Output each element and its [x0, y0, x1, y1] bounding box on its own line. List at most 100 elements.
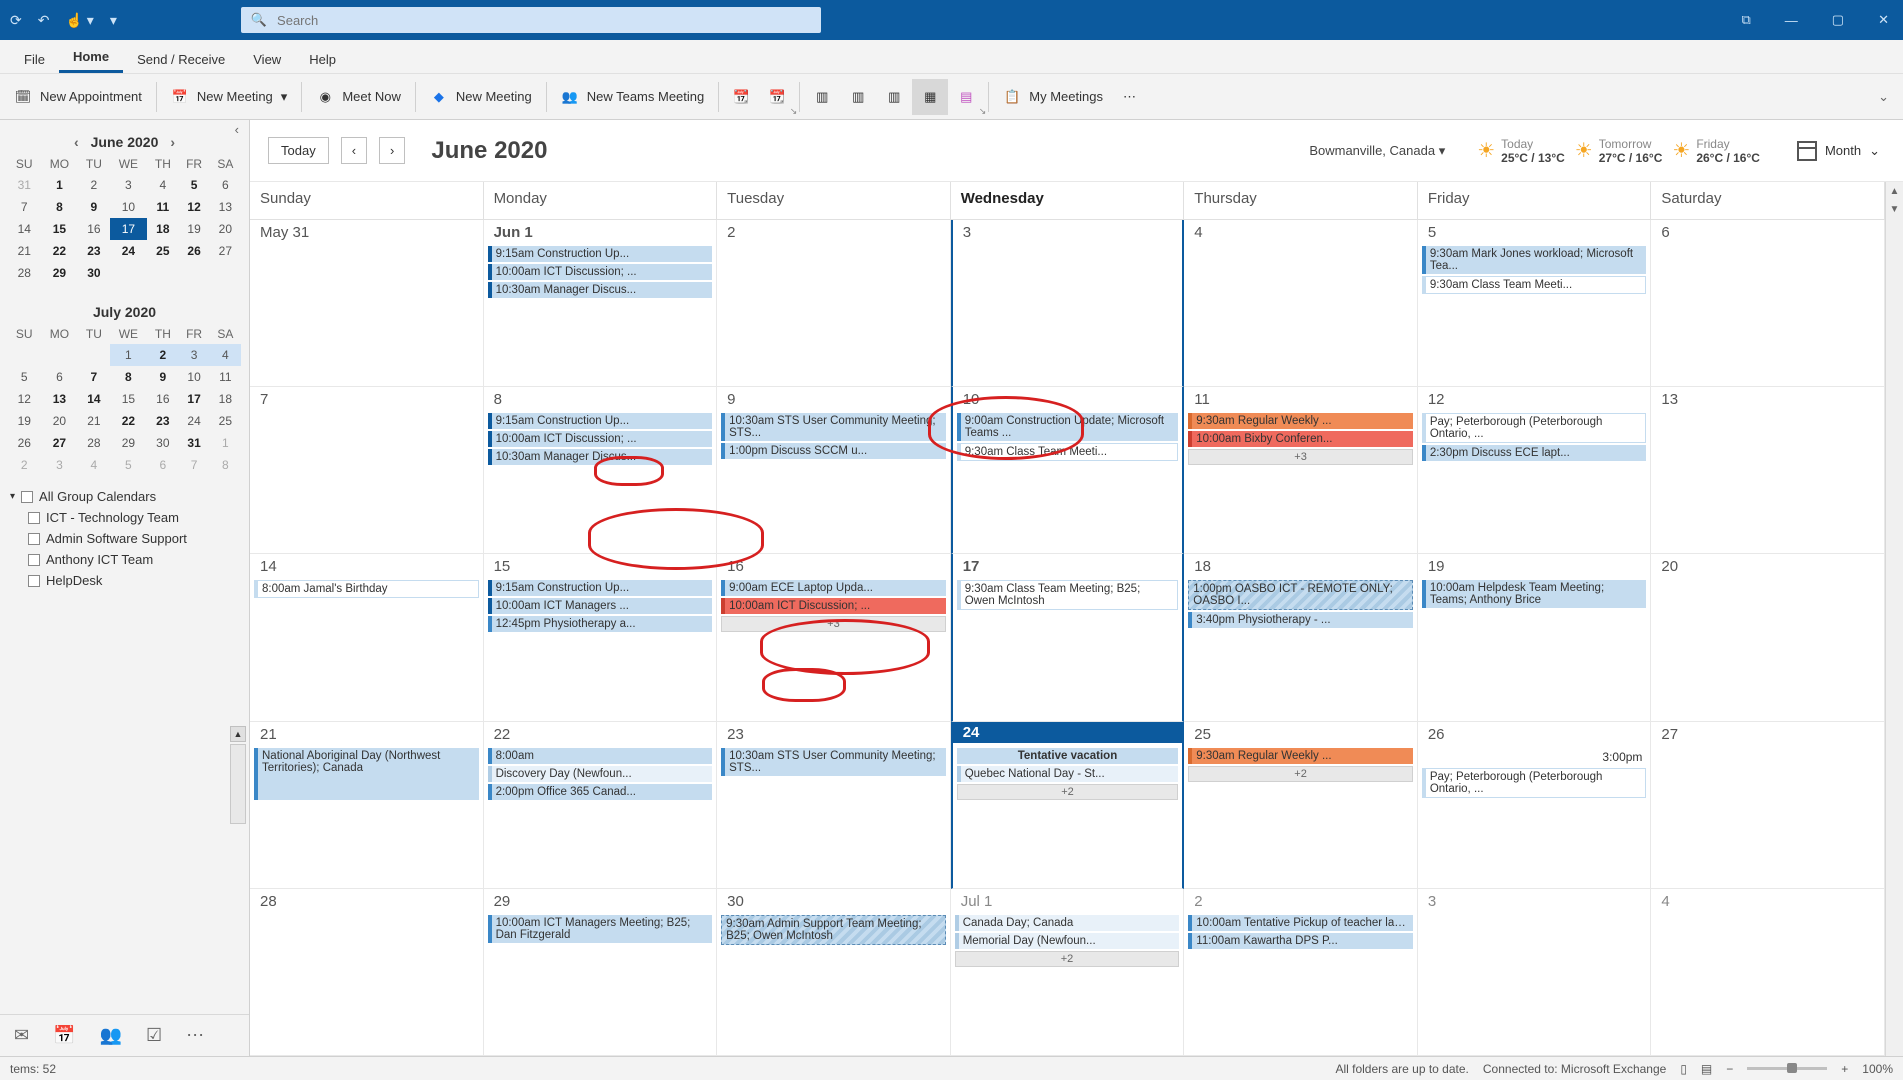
mini-cal-day[interactable]: 8 — [110, 366, 148, 388]
day-cell[interactable]: 12Pay; Peterborough (Peterborough Ontari… — [1418, 387, 1652, 554]
mini-cal-day[interactable]: 27 — [41, 432, 79, 454]
meet-now-button[interactable]: ◉ Meet Now — [306, 82, 411, 112]
zoom-slider[interactable] — [1747, 1067, 1827, 1070]
customize-qat-icon[interactable]: ▾ — [106, 8, 121, 33]
mini-cal-day[interactable]: 26 — [8, 432, 41, 454]
mini-cal-day[interactable]: 10 — [178, 366, 209, 388]
touch-mode-icon[interactable]: ☝ ▾ — [61, 8, 97, 33]
mini-cal-day[interactable]: 12 — [178, 196, 209, 218]
teamviewer-meeting-button[interactable]: ◆ New Meeting — [420, 82, 542, 112]
day-cell[interactable]: 210:00am Tentative Pickup of teacher lap… — [1184, 889, 1418, 1056]
calendar-list-item[interactable]: ICT - Technology Team — [8, 507, 241, 528]
more-events-button[interactable]: +2 — [957, 784, 1179, 800]
mini-cal-day[interactable] — [210, 262, 241, 284]
new-appointment-button[interactable]: 🗓 New Appointment — [4, 82, 152, 112]
day-cell[interactable]: May 31 — [250, 220, 484, 387]
mini-cal-day[interactable]: 21 — [78, 410, 109, 432]
mini-cal-day[interactable]: 18 — [210, 388, 241, 410]
tab-send-receive[interactable]: Send / Receive — [123, 44, 239, 73]
calendar-event[interactable]: Pay; Peterborough (Peterborough Ontario,… — [1422, 768, 1647, 798]
calendar-event[interactable]: 10:00am ICT Managers Meeting; B25; Dan F… — [488, 915, 713, 943]
mini-cal-day[interactable]: 7 — [78, 366, 109, 388]
day-view-button[interactable]: ▥ — [804, 79, 840, 115]
mini-cal-day[interactable]: 5 — [110, 454, 148, 476]
new-teams-meeting-button[interactable]: 👥 New Teams Meeting — [551, 82, 715, 112]
day-cell[interactable]: 263:00pmPay; Peterborough (Peterborough … — [1418, 722, 1652, 889]
calendar-event[interactable]: 10:30am Manager Discus... — [488, 449, 713, 465]
tab-help[interactable]: Help — [295, 44, 350, 73]
maximize-button[interactable]: ▢ — [1824, 8, 1852, 32]
view-normal-icon[interactable]: ▯ — [1680, 1062, 1687, 1076]
calendar-list-item[interactable]: Anthony ICT Team — [8, 549, 241, 570]
mini-cal-day[interactable]: 8 — [210, 454, 241, 476]
calendar-event[interactable]: 10:00am ICT Discussion; ... — [488, 264, 713, 280]
calendar-event[interactable]: 9:30am Regular Weekly ... — [1188, 413, 1413, 429]
undo-icon[interactable]: ↶ — [34, 8, 54, 33]
calendar-event[interactable]: 9:30am Admin Support Team Meeting; B25; … — [721, 915, 946, 945]
day-cell[interactable]: 59:30am Mark Jones workload; Microsoft T… — [1418, 220, 1652, 387]
calendar-group-all[interactable]: ▾ All Group Calendars — [8, 486, 241, 507]
calendar-event[interactable]: 2:30pm Discuss ECE lapt... — [1422, 445, 1647, 461]
mini-cal-day[interactable]: 23 — [147, 410, 178, 432]
scroll-down-icon[interactable]: ▼ — [1886, 200, 1903, 218]
today-button[interactable]: Today — [268, 137, 329, 164]
calendar-event[interactable]: 2:00pm Office 365 Canad... — [488, 784, 713, 800]
mini-cal-day[interactable]: 3 — [110, 174, 148, 196]
mini-cal-day[interactable]: 8 — [41, 196, 79, 218]
calendar-event[interactable]: 10:30am STS User Community Meeting; STS.… — [721, 748, 946, 776]
tab-file[interactable]: File — [10, 44, 59, 73]
day-cell[interactable]: Jun 19:15am Construction Up...10:00am IC… — [484, 220, 718, 387]
mini-cal-day[interactable]: 13 — [41, 388, 79, 410]
ribbon-expand-icon[interactable]: ⌄ — [1868, 89, 1899, 105]
checkbox[interactable] — [28, 554, 40, 566]
go-to-today-button[interactable]: 📆 — [723, 79, 759, 115]
mini-cal-day[interactable] — [41, 344, 79, 366]
calendar-event[interactable]: 10:30am Manager Discus... — [488, 282, 713, 298]
calendar-event[interactable]: 9:30am Mark Jones workload; Microsoft Te… — [1422, 246, 1647, 274]
mini-cal-day[interactable]: 31 — [178, 432, 209, 454]
day-cell[interactable]: 7 — [250, 387, 484, 554]
scroll-up-icon[interactable]: ▲ — [230, 726, 246, 742]
mini-cal-day[interactable]: 18 — [147, 218, 178, 240]
mini-cal-day[interactable]: 2 — [78, 174, 109, 196]
day-cell[interactable]: 179:30am Class Team Meeting; B25; Owen M… — [951, 554, 1185, 721]
day-cell[interactable]: 910:30am STS User Community Meeting; STS… — [717, 387, 951, 554]
calendar-event[interactable]: Canada Day; Canada — [955, 915, 1180, 931]
tab-view[interactable]: View — [239, 44, 295, 73]
mini-cal-day[interactable]: 14 — [78, 388, 109, 410]
mini-cal-day[interactable]: 29 — [110, 432, 148, 454]
day-cell[interactable]: Jul 1Canada Day; CanadaMemorial Day (New… — [951, 889, 1185, 1056]
calendar-event[interactable]: 9:30am Class Team Meeti... — [957, 443, 1179, 461]
week-view-button[interactable]: ▥ — [876, 79, 912, 115]
next-month-icon[interactable]: › — [170, 134, 175, 150]
mini-cal-day[interactable] — [110, 262, 148, 284]
day-cell[interactable]: 3 — [1418, 889, 1652, 1056]
calendar-scrollbar[interactable]: ▲ ▼ — [1885, 182, 1903, 1056]
calendar-event[interactable]: 10:30am STS User Community Meeting; STS.… — [721, 413, 946, 441]
mini-cal-day[interactable]: 20 — [41, 410, 79, 432]
mini-cal-grid[interactable]: SUMOTUWETHFRSA 3112345678910111213141516… — [8, 154, 241, 284]
calendar-event[interactable]: 9:15am Construction Up... — [488, 413, 713, 429]
mini-cal-day[interactable]: 3 — [41, 454, 79, 476]
allday-event[interactable]: Tentative vacation — [957, 748, 1179, 764]
work-week-view-button[interactable]: ▥ — [840, 79, 876, 115]
mini-cal-day[interactable]: 14 — [8, 218, 41, 240]
day-cell[interactable]: 13 — [1651, 387, 1885, 554]
mini-cal-day[interactable]: 7 — [8, 196, 41, 218]
mini-cal-day[interactable]: 2 — [147, 344, 178, 366]
calendar-event[interactable]: 10:00am ICT Discussion; ... — [721, 598, 946, 614]
more-nav-icon[interactable]: ⋯ — [186, 1025, 204, 1046]
mini-cal-day[interactable]: 1 — [41, 174, 79, 196]
mini-cal-day[interactable]: 31 — [8, 174, 41, 196]
mini-cal-day[interactable]: 4 — [210, 344, 241, 366]
calendar-event[interactable]: 9:00am Construction Update; Microsoft Te… — [957, 413, 1179, 441]
zoom-out-button[interactable]: − — [1726, 1062, 1733, 1076]
mini-cal-day[interactable]: 5 — [178, 174, 209, 196]
day-cell[interactable]: 21National Aboriginal Day (Northwest Ter… — [250, 722, 484, 889]
mini-cal-day[interactable]: 13 — [210, 196, 241, 218]
checkbox[interactable] — [21, 491, 33, 503]
coming-soon-icon[interactable]: ⧉ — [1734, 8, 1759, 32]
mini-cal-day[interactable]: 20 — [210, 218, 241, 240]
tab-home[interactable]: Home — [59, 41, 123, 73]
calendar-event[interactable]: 10:00am Helpdesk Team Meeting; Teams; An… — [1422, 580, 1647, 608]
